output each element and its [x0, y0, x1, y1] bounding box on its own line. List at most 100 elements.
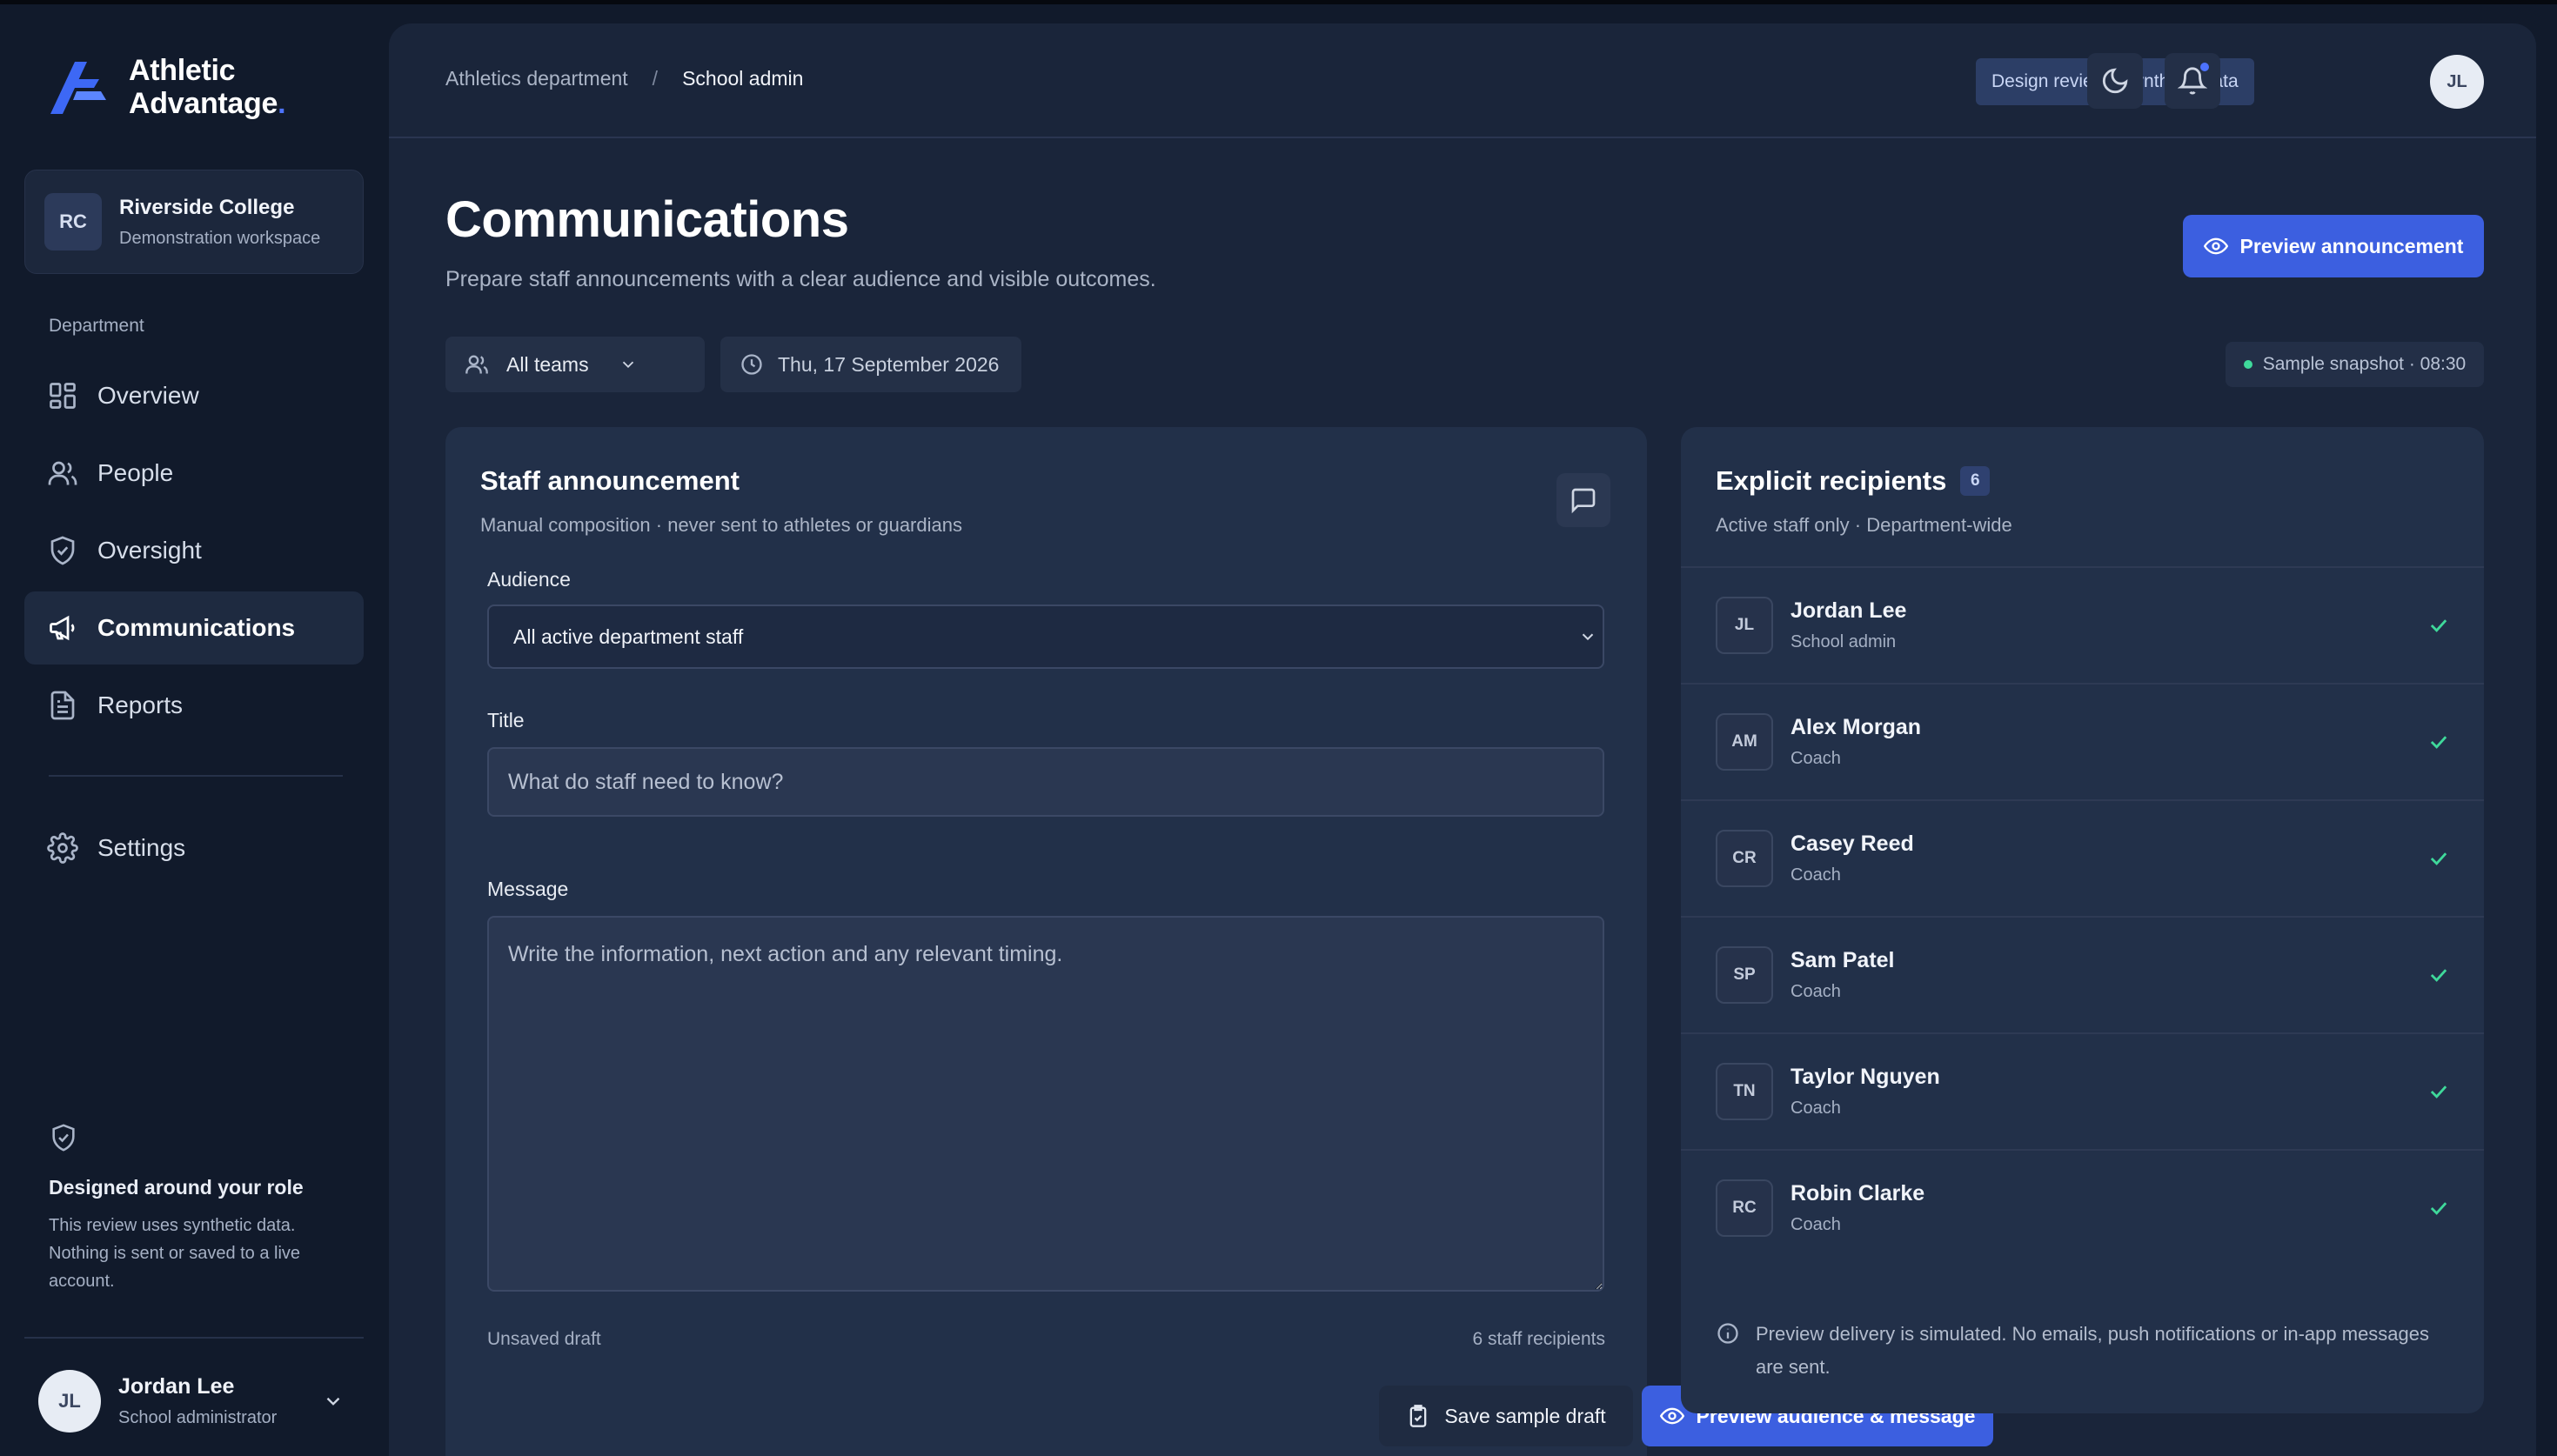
main-panel: Athletics department / School admin Desi…	[389, 23, 2536, 1456]
eye-icon	[1659, 1407, 1684, 1425]
shield-check-icon	[52, 1124, 75, 1152]
grid-icon	[50, 383, 76, 409]
recipient-name: Jordan Lee	[1791, 598, 1907, 623]
list-item[interactable]: RC Robin Clarke Coach	[1681, 1149, 2484, 1266]
recipient-count: 6 staff recipients	[1472, 1329, 1605, 1349]
people-icon	[48, 461, 77, 485]
chevron-down-icon	[1582, 633, 1594, 641]
message-textarea[interactable]	[487, 916, 1604, 1292]
sidebar-divider	[49, 775, 343, 777]
shield-check-icon	[50, 536, 75, 565]
sidebar-divider	[24, 1337, 364, 1339]
avatar: SP	[1716, 946, 1773, 1004]
megaphone-icon	[50, 615, 75, 641]
sidebar-settings: Settings	[24, 811, 364, 889]
recipient-role: Coach	[1791, 1215, 1841, 1234]
sidebar-item-communications[interactable]: Communications	[24, 591, 364, 665]
avatar: AM	[1716, 713, 1773, 771]
notification-indicator	[2200, 63, 2209, 71]
check-icon	[2430, 1085, 2447, 1099]
user-menu[interactable]: JL Jordan Lee School administrator	[38, 1370, 360, 1433]
recipients-title: Explicit recipients	[1716, 465, 1947, 496]
chevron-down-icon	[326, 1397, 340, 1406]
recipient-name: Sam Patel	[1791, 948, 1895, 972]
date-filter-value: Thu, 17 September 2026	[778, 352, 1000, 376]
people-icon	[465, 355, 488, 374]
brand-dot: .	[278, 87, 286, 120]
sidebar-item-people[interactable]: People	[24, 437, 364, 510]
eye-icon	[2203, 237, 2228, 255]
delivery-note: Preview delivery is simulated. No emails…	[1716, 1318, 2447, 1384]
check-icon	[2430, 852, 2447, 865]
message-label: Message	[487, 878, 569, 900]
clock-icon	[741, 354, 762, 375]
clipboard-check-icon	[1409, 1405, 1427, 1427]
recipient-name: Taylor Nguyen	[1791, 1065, 1940, 1089]
sidebar-item-oversight[interactable]: Oversight	[24, 514, 364, 587]
list-item[interactable]: JL Jordan Lee School admin	[1681, 566, 2484, 683]
list-item[interactable]: AM Alex Morgan Coach	[1681, 683, 2484, 799]
delivery-note-text: Preview delivery is simulated. No emails…	[1756, 1323, 2430, 1378]
recipients-subtitle: Active staff only · Department-wide	[1716, 514, 2012, 536]
theme-toggle-button[interactable]	[2087, 53, 2143, 109]
message-square-icon	[1571, 488, 1596, 514]
gear-icon	[47, 832, 78, 864]
comment-button[interactable]	[1556, 473, 1610, 527]
brand-line-1: Athletic	[129, 54, 236, 87]
sidebar-item-settings[interactable]: Settings	[24, 811, 364, 885]
organization-badge: RC	[44, 193, 102, 250]
organization-subtitle: Demonstration workspace	[119, 228, 321, 248]
save-draft-label: Save sample draft	[1444, 1404, 1606, 1427]
list-item[interactable]: TN Taylor Nguyen Coach	[1681, 1032, 2484, 1149]
breadcrumb: Athletics department / School admin	[445, 67, 803, 90]
sidebar-item-label: Overview	[97, 382, 199, 409]
recipient-role: Coach	[1791, 865, 1841, 885]
check-icon	[2430, 1202, 2447, 1215]
title-input[interactable]	[487, 747, 1604, 817]
recipient-role: Coach	[1791, 982, 1841, 1001]
avatar: JL	[38, 1370, 101, 1433]
audience-select[interactable]: All active department staff	[487, 604, 1604, 669]
user-name: Jordan Lee	[118, 1374, 235, 1399]
status-dot	[2243, 360, 2252, 369]
breadcrumb-item-department[interactable]: Athletics department	[445, 67, 628, 90]
document-icon	[50, 691, 75, 720]
card-title: Staff announcement	[480, 465, 740, 496]
recipients-header: Explicit recipients 6	[1716, 465, 1991, 497]
role-info-text: This review uses synthetic data. Nothing…	[49, 1216, 301, 1291]
organization-switcher[interactable]: RC Riverside College Demonstration works…	[24, 170, 364, 274]
role-info-box: Designed around your role This review us…	[49, 1123, 345, 1295]
notifications-button[interactable]	[2165, 53, 2220, 109]
list-item[interactable]: CR Casey Reed Coach	[1681, 799, 2484, 916]
sidebar-item-label: Oversight	[97, 537, 202, 564]
draft-status: Unsaved draft	[487, 1329, 601, 1349]
recipients-count-badge: 6	[1960, 466, 1991, 496]
sidebar-nav: Overview People Oversight Communications…	[24, 359, 364, 746]
save-draft-button[interactable]: Save sample draft	[1379, 1386, 1633, 1446]
brand-logo[interactable]: Athletic Advantage.	[49, 54, 286, 120]
breadcrumb-separator: /	[652, 67, 659, 90]
avatar[interactable]: JL	[2430, 55, 2484, 109]
preview-announcement-button[interactable]: Preview announcement	[2183, 215, 2484, 277]
page-title: Communications	[445, 191, 849, 248]
card-subtitle: Manual composition · never sent to athle…	[480, 514, 962, 536]
brand-name: Athletic Advantage.	[129, 54, 286, 120]
recipient-name: Casey Reed	[1791, 832, 1914, 856]
sidebar-item-label: Communications	[97, 614, 296, 641]
sidebar-item-overview[interactable]: Overview	[24, 359, 364, 432]
audience-value: All active department staff	[513, 624, 744, 648]
moon-icon	[2102, 68, 2128, 94]
preview-announcement-label: Preview announcement	[2239, 234, 2464, 257]
info-icon	[1717, 1323, 1738, 1344]
date-filter[interactable]: Thu, 17 September 2026	[720, 337, 1021, 392]
breadcrumb-item-current: School admin	[682, 67, 804, 90]
avatar: RC	[1716, 1179, 1773, 1237]
team-filter[interactable]: All teams	[445, 337, 705, 392]
list-item[interactable]: SP Sam Patel Coach	[1681, 916, 2484, 1032]
avatar: CR	[1716, 830, 1773, 887]
athletic-advantage-logo-icon	[50, 62, 106, 114]
role-info-title: Designed around your role	[49, 1176, 304, 1199]
nav-section-label: Department	[49, 316, 144, 336]
recipient-role: School admin	[1791, 632, 1897, 651]
sidebar-item-reports[interactable]: Reports	[24, 669, 364, 742]
